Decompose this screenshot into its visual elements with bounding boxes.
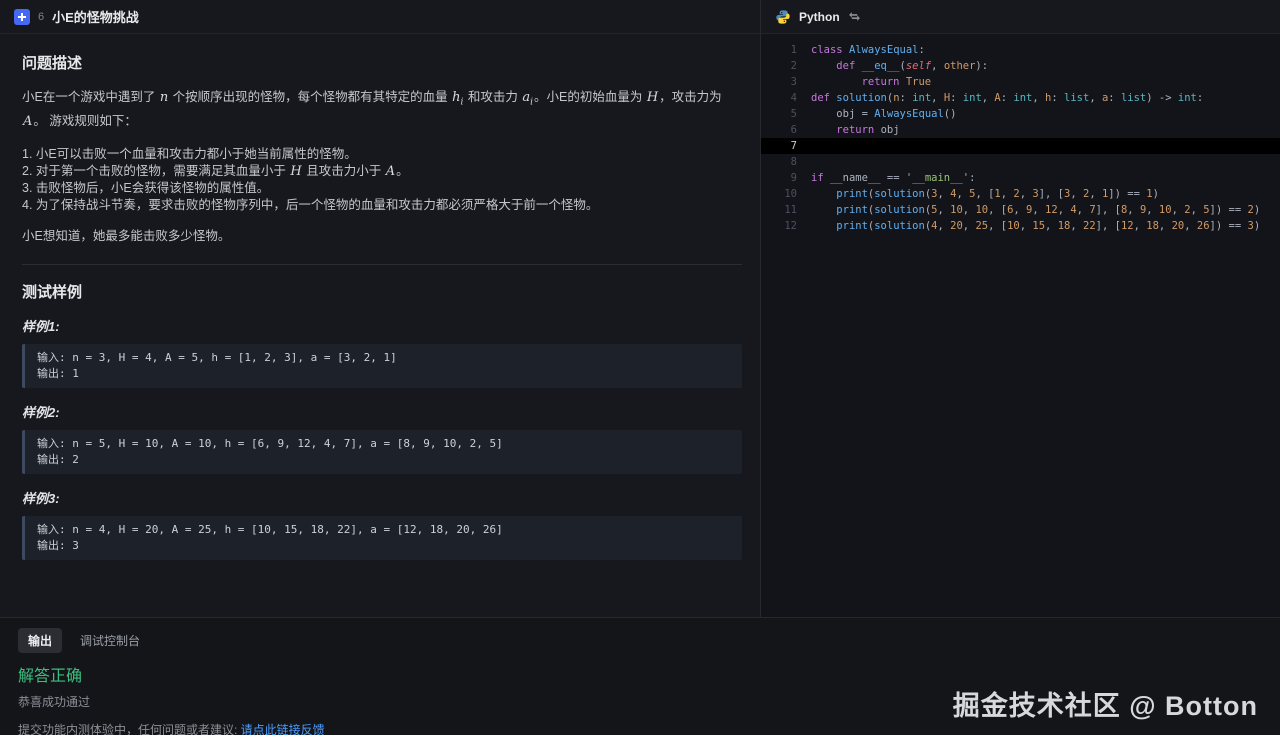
problem-question: 小E想知道，她最多能击败多少怪物。 <box>22 226 742 246</box>
problem-title: 小E的怪物挑战 <box>52 7 139 26</box>
sample-3-output: 输出: 3 <box>37 538 730 554</box>
sample-2: 样例2: 输入: n = 5, H = 10, A = 10, h = [6, … <box>22 402 742 474</box>
sample-2-input: 输入: n = 5, H = 10, A = 10, h = [6, 9, 12… <box>37 436 730 452</box>
problem-rules: 1. 小E可以击败一个血量和攻击力都小于她当前属性的怪物。2. 对于第一个击败的… <box>22 146 742 214</box>
line-number: 5 <box>761 106 797 122</box>
sample-1-input: 输入: n = 3, H = 4, A = 5, h = [1, 2, 3], … <box>37 350 730 366</box>
problem-app-icon <box>14 9 30 25</box>
problem-rule: 3. 击败怪物后，小E会获得该怪物的属性值。 <box>22 180 742 197</box>
line-number: 4 <box>761 90 797 106</box>
sample-3: 样例3: 输入: n = 4, H = 20, A = 25, h = [10,… <box>22 488 742 560</box>
sample-2-block: 输入: n = 5, H = 10, A = 10, h = [6, 9, 12… <box>22 430 742 474</box>
editor-panel: Python 1class AlwaysEqual:2 def __eq__(s… <box>761 0 1280 617</box>
tab-output[interactable]: 输出 <box>18 628 62 653</box>
code-line[interactable]: 1class AlwaysEqual: <box>761 42 1280 58</box>
sample-1-output: 输出: 1 <box>37 366 730 382</box>
main-area: 6 小E的怪物挑战 问题描述 小E在一个游戏中遇到了 n 个按顺序出现的怪物，每… <box>0 0 1280 617</box>
code-line[interactable]: 12 print(solution(4, 20, 25, [10, 15, 18… <box>761 218 1280 234</box>
sample-3-label: 样例3: <box>22 488 742 507</box>
section-problem-description: 问题描述 <box>22 52 742 73</box>
line-number: 1 <box>761 42 797 58</box>
line-number: 8 <box>761 154 797 170</box>
feedback-text: 提交功能内测体验中，任何问题或者建议: <box>18 723 241 735</box>
problem-topbar: 6 小E的怪物挑战 <box>0 0 760 34</box>
code-line[interactable]: 11 print(solution(5, 10, 10, [6, 9, 12, … <box>761 202 1280 218</box>
sample-2-output: 输出: 2 <box>37 452 730 468</box>
line-number: 2 <box>761 58 797 74</box>
output-panel: 输出 调试控制台 解答正确 恭喜成功通过 提交功能内测体验中，任何问题或者建议:… <box>0 617 1280 735</box>
tab-debug-console[interactable]: 调试控制台 <box>80 632 140 649</box>
sample-1: 样例1: 输入: n = 3, H = 4, A = 5, h = [1, 2,… <box>22 316 742 388</box>
editor-topbar: Python <box>761 0 1280 34</box>
section-divider <box>22 264 742 265</box>
problem-rule: 1. 小E可以击败一个血量和攻击力都小于她当前属性的怪物。 <box>22 146 742 163</box>
sample-2-label: 样例2: <box>22 402 742 421</box>
line-number: 7 <box>761 138 797 154</box>
app: 6 小E的怪物挑战 问题描述 小E在一个游戏中遇到了 n 个按顺序出现的怪物，每… <box>0 0 1280 735</box>
code-line[interactable]: 10 print(solution(3, 4, 5, [1, 2, 3], [3… <box>761 186 1280 202</box>
code-line[interactable]: 7 <box>761 138 1280 154</box>
sample-3-input: 输入: n = 4, H = 20, A = 25, h = [10, 15, … <box>37 522 730 538</box>
code-line[interactable]: 8 <box>761 154 1280 170</box>
feedback-link[interactable]: 请点此链接反馈 <box>241 723 325 735</box>
problem-intro: 小E在一个游戏中遇到了 n 个按顺序出现的怪物，每个怪物都有其特定的血量 hi … <box>22 87 742 133</box>
code-line[interactable]: 4def solution(n: int, H: int, A: int, h:… <box>761 90 1280 106</box>
watermark: 掘金技术社区 @ Botton <box>953 684 1258 723</box>
problem-rule: 2. 对于第一个击败的怪物，需要满足其血量小于 H 且攻击力小于 A。 <box>22 163 742 180</box>
language-label: Python <box>799 10 840 24</box>
code-lines: 1class AlwaysEqual:2 def __eq__(self, ot… <box>761 42 1280 234</box>
line-number: 3 <box>761 74 797 90</box>
line-number: 9 <box>761 170 797 186</box>
sample-1-label: 样例1: <box>22 316 742 335</box>
result-status: 解答正确 <box>18 662 1262 686</box>
code-line[interactable]: 3 return True <box>761 74 1280 90</box>
code-line[interactable]: 2 def __eq__(self, other): <box>761 58 1280 74</box>
output-tabs: 输出 调试控制台 <box>18 628 1262 653</box>
code-line[interactable]: 5 obj = AlwaysEqual() <box>761 106 1280 122</box>
sample-1-block: 输入: n = 3, H = 4, A = 5, h = [1, 2, 3], … <box>22 344 742 388</box>
code-line[interactable]: 6 return obj <box>761 122 1280 138</box>
problem-panel: 6 小E的怪物挑战 问题描述 小E在一个游戏中遇到了 n 个按顺序出现的怪物，每… <box>0 0 761 617</box>
line-number: 10 <box>761 186 797 202</box>
sample-3-block: 输入: n = 4, H = 20, A = 25, h = [10, 15, … <box>22 516 742 560</box>
problem-content: 问题描述 小E在一个游戏中遇到了 n 个按顺序出现的怪物，每个怪物都有其特定的血… <box>0 34 760 617</box>
line-number: 6 <box>761 122 797 138</box>
switch-language-icon[interactable] <box>848 10 861 23</box>
problem-index: 6 <box>38 11 44 23</box>
feedback-row: 提交功能内测体验中，任何问题或者建议: 请点此链接反馈 <box>18 721 1262 735</box>
problem-rule: 4. 为了保持战斗节奏，要求击败的怪物序列中，后一个怪物的血量和攻击力都必须严格… <box>22 197 742 214</box>
code-editor[interactable]: 1class AlwaysEqual:2 def __eq__(self, ot… <box>761 34 1280 617</box>
code-line[interactable]: 9if __name__ == '__main__': <box>761 170 1280 186</box>
line-number: 12 <box>761 218 797 234</box>
python-icon <box>775 9 791 25</box>
line-number: 11 <box>761 202 797 218</box>
section-test-samples: 测试样例 <box>22 281 742 302</box>
